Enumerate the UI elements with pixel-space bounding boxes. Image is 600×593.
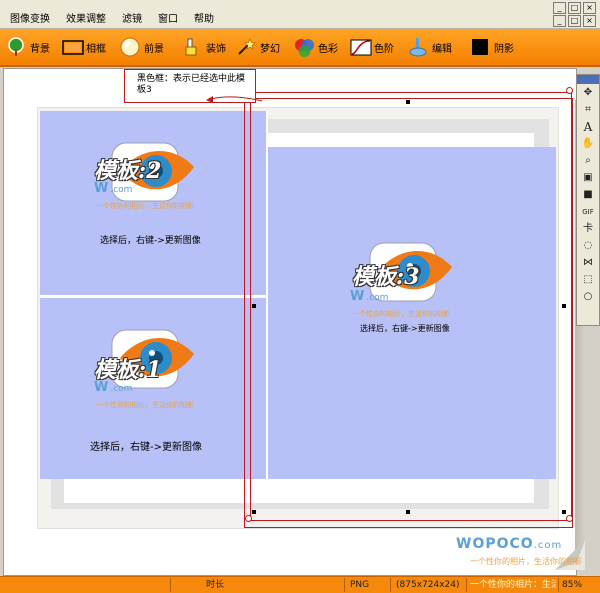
lasso-icon[interactable]: ◌ — [579, 238, 597, 254]
doc-close-button[interactable]: × — [583, 15, 596, 27]
template-1-brand-text: W — [94, 380, 111, 395]
template-1-hint: 选择后，右键->更新图像 — [90, 442, 202, 453]
watermark-domain: .com — [533, 540, 563, 551]
hand-icon[interactable]: ✋ — [579, 136, 597, 152]
tool-edit-label: 编辑 — [432, 43, 452, 55]
image-icon[interactable]: ▣ — [579, 170, 597, 186]
status-dimensions: (875x724x24) — [396, 580, 460, 590]
tool-color-label: 色彩 — [318, 43, 338, 55]
watermark-slogan: 一个性你的相片，生活你的相影 — [470, 557, 582, 566]
status-info: 一个性你的相片：生活你的相影。 — [470, 580, 556, 590]
tool-background-label: 背景 — [30, 43, 50, 55]
move-icon[interactable]: ✥ — [579, 85, 597, 101]
shadow-square-icon — [470, 37, 490, 57]
rect-select-icon[interactable]: ⬚ — [579, 272, 597, 288]
template-2[interactable]: 模板:2 W.com 一个性你的相片，生活你的相影 选择后，右键->更新图像 — [40, 111, 266, 295]
tool-palette: ✥ ⌗ A ✋ ⌕ ▣ ■ GIF 卡 ◌ ⋈ ⬚ ○ — [576, 74, 600, 326]
tool-dream-label: 梦幻 — [260, 43, 280, 55]
tool-decoration-button[interactable]: 装饰 — [182, 35, 226, 59]
tool-levels-button[interactable]: 色阶 — [350, 35, 394, 59]
card-icon[interactable]: 卡 — [579, 221, 597, 237]
resize-handle-top[interactable] — [406, 100, 410, 104]
tool-frame-button[interactable]: 相框 — [62, 35, 106, 59]
template-2-domain: .com — [110, 185, 133, 195]
menu-filters[interactable]: 滤镜 — [120, 14, 144, 26]
template-2-brand-text: W — [94, 181, 111, 196]
tool-shadow-button[interactable]: 阴影 — [470, 35, 514, 59]
frame-icon — [62, 37, 84, 57]
paint-bucket-icon — [182, 37, 202, 57]
status-zoom: 85% — [562, 580, 583, 590]
status-format: PNG — [350, 580, 370, 590]
ellipse-select-icon[interactable]: ○ — [579, 289, 597, 305]
menu-effects[interactable]: 效果调整 — [64, 14, 108, 26]
tree-icon — [6, 37, 26, 57]
tool-background-button[interactable]: 背景 — [6, 35, 50, 59]
template-1-brand: W.com — [94, 380, 132, 395]
rotate-handle-bottom-right[interactable] — [566, 515, 573, 522]
rotate-handle-bottom-left[interactable] — [245, 515, 252, 522]
template-1-domain: .com — [110, 384, 133, 394]
selection-box-inner[interactable] — [250, 92, 572, 521]
tool-color-button[interactable]: 色彩 — [294, 35, 338, 59]
tool-dream-button[interactable]: 梦幻 — [236, 35, 280, 59]
polygon-lasso-icon[interactable]: ⋈ — [579, 255, 597, 271]
doc-restore-button[interactable]: □ — [568, 15, 581, 27]
resize-handle-bottom-left[interactable] — [252, 510, 256, 514]
rotate-handle-top-right[interactable] — [566, 87, 573, 94]
template-2-brand: W.com — [94, 181, 132, 196]
menu-image-transform[interactable]: 图像变换 — [8, 14, 52, 26]
annotation-arrow-icon — [206, 96, 263, 103]
watermark-brand: WOPOCO.com — [456, 536, 562, 552]
resize-handle-bottom-right[interactable] — [562, 510, 566, 514]
template-2-hint: 选择后，右键->更新图像 — [100, 236, 201, 246]
status-divider — [558, 578, 559, 592]
color-circles-icon — [294, 37, 314, 57]
doc-minimize-button[interactable]: _ — [553, 15, 566, 27]
sphere-icon — [120, 37, 140, 57]
tool-levels-label: 色阶 — [374, 43, 394, 55]
status-divider — [344, 578, 345, 592]
tool-decoration-label: 装饰 — [206, 43, 226, 55]
status-divider — [390, 578, 391, 592]
template-divider-h — [40, 295, 266, 298]
edit-hand-icon — [408, 37, 428, 57]
template-2-slogan: 一个性你的相片，生活你的相影 — [96, 202, 194, 210]
status-divider — [466, 578, 467, 592]
tool-shadow-label: 阴影 — [494, 43, 514, 55]
menu-bar: 图像变换 效果调整 滤镜 窗口 帮助 _ □ × _ □ × — [0, 0, 600, 29]
crop-icon[interactable]: ⌗ — [579, 102, 597, 118]
status-bar: 时长 PNG (875x724x24) 一个性你的相片：生活你的相影。 85% — [0, 576, 600, 593]
template-1-slogan: 一个性你的相片，生活你的相影 — [96, 401, 194, 409]
menu-help[interactable]: 帮助 — [192, 14, 216, 26]
palette-titlebar[interactable] — [577, 75, 599, 84]
app-close-button[interactable]: × — [583, 2, 596, 14]
tool-foreground-label: 前景 — [144, 43, 164, 55]
color-swatch-icon[interactable]: ■ — [579, 187, 597, 203]
template-1[interactable]: 模板:1 W.com 一个性你的相片，生活你的相影 选择后，右键->更新图像 — [40, 298, 266, 479]
gif-icon[interactable]: GIF — [579, 204, 597, 220]
watermark-brand-text: WOPOCO — [456, 536, 534, 552]
resize-handle-left[interactable] — [252, 304, 256, 308]
menu-window[interactable]: 窗口 — [156, 14, 180, 26]
app-maximize-button[interactable]: □ — [568, 2, 581, 14]
app-minimize-button[interactable]: _ — [553, 2, 566, 14]
tool-frame-label: 相框 — [86, 43, 106, 55]
canvas-workspace[interactable]: 模板:2 W.com 一个性你的相片，生活你的相影 选择后，右键->更新图像 模… — [3, 68, 577, 576]
magic-wand-icon — [236, 37, 256, 57]
resize-handle-bottom[interactable] — [406, 510, 410, 514]
text-icon[interactable]: A — [579, 119, 597, 135]
resize-handle-right[interactable] — [562, 304, 566, 308]
status-duration-label: 时长 — [206, 580, 225, 590]
curve-icon — [350, 37, 372, 57]
main-toolbar: 背景 相框 前景 装饰 梦幻 色彩 色阶 编辑 阴影 — [0, 29, 600, 67]
zoom-icon[interactable]: ⌕ — [579, 153, 597, 169]
tool-foreground-button[interactable]: 前景 — [120, 35, 164, 59]
menu-items: 图像变换 效果调整 滤镜 窗口 帮助 — [8, 14, 216, 26]
tool-edit-button[interactable]: 编辑 — [408, 35, 452, 59]
status-divider — [170, 578, 171, 592]
window-controls: _ □ × _ □ × — [553, 2, 596, 27]
